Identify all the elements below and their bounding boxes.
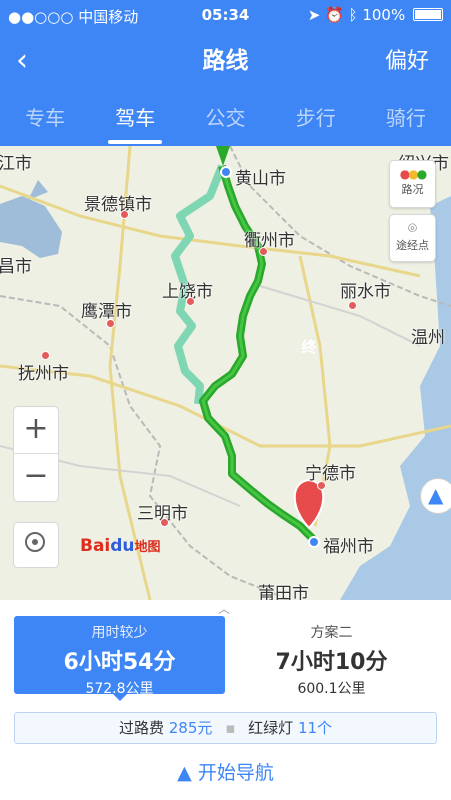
city-label: 黄山市 xyxy=(235,169,286,189)
traffic-light-icon: ●●● xyxy=(399,167,428,181)
plan-distance: 572.8公里 xyxy=(85,681,154,697)
city-label: 江市 xyxy=(0,154,32,174)
city-dot xyxy=(348,301,357,310)
city-dot xyxy=(160,518,169,527)
plan-distance: 600.1公里 xyxy=(297,681,366,697)
tab-bike[interactable]: 骑行 xyxy=(361,98,451,146)
status-bar: ●●○○○ 中国移动 05:34 ➤ ⏰ ᛒ 100% xyxy=(0,0,451,30)
route-info-bar: 过路费 285元 ▪ 红绿灯 11个 xyxy=(14,712,437,744)
status-right: ➤ ⏰ ᛒ 100% xyxy=(308,6,443,24)
city-label: 莆田市 xyxy=(258,584,309,600)
preferences-button[interactable]: 偏好 xyxy=(385,46,429,78)
route-main xyxy=(199,164,317,543)
info-separator: ▪ xyxy=(225,719,236,737)
city-dot xyxy=(317,481,326,490)
city-label: 温州 xyxy=(411,328,445,348)
route-main-highlight xyxy=(201,165,316,542)
bluetooth-icon: ᛒ xyxy=(348,6,358,24)
city-label: 鹰潭市 xyxy=(81,302,132,322)
lights-value: 11个 xyxy=(297,719,333,737)
locate-button[interactable] xyxy=(13,522,59,568)
city-dot xyxy=(41,351,50,360)
route-plan-2[interactable]: 方案二 7小时10分 600.1公里 xyxy=(226,616,437,697)
navigation-arrow-icon: ▲ xyxy=(428,483,444,507)
plan-label: 方案二 xyxy=(310,625,353,641)
tab-transit[interactable]: 公交 xyxy=(180,98,270,146)
compass-button[interactable]: ▲ xyxy=(420,478,451,514)
waypoint-button[interactable]: ⌾ 途经点 xyxy=(389,214,436,262)
tab-drive[interactable]: 驾车 xyxy=(90,98,180,146)
tab-car-hailing[interactable]: 专车 xyxy=(0,98,90,146)
traffic-label: 路况 xyxy=(401,183,424,196)
city-label: 宁德市 xyxy=(305,464,356,484)
expand-chevron-icon[interactable]: ︿ xyxy=(218,600,230,617)
baidu-map-logo: Baidu地图 xyxy=(80,536,161,556)
zoom-in-button[interactable]: + xyxy=(14,407,58,453)
start-point-icon xyxy=(220,166,232,178)
lights-label: 红绿灯 xyxy=(248,719,294,737)
mode-tabs: 专车 驾车 公交 步行 骑行 xyxy=(0,98,451,146)
city-label: 丽水市 xyxy=(340,282,391,302)
city-label: 福州市 xyxy=(323,537,374,557)
zoom-control: + − xyxy=(13,406,59,502)
city-label: 景德镇市 xyxy=(84,195,152,215)
locate-dot xyxy=(32,539,38,545)
plan-time: 6小时54分 xyxy=(63,650,176,675)
end-point-icon xyxy=(308,536,320,548)
logo-brand: Bai xyxy=(80,536,111,556)
battery-percent: 100% xyxy=(362,6,406,24)
nav-bar: ‹ 路线 偏好 xyxy=(0,36,451,88)
city-label: 昌市 xyxy=(0,257,32,277)
start-marker-icon xyxy=(216,146,230,166)
toll-value: 285元 xyxy=(168,719,213,737)
page-title: 路线 xyxy=(202,48,249,74)
navigation-arrow-icon: ▲ xyxy=(177,762,192,784)
location-arrow-icon: ➤ xyxy=(307,6,321,24)
plan-label: 用时较少 xyxy=(91,625,148,641)
tab-walk[interactable]: 步行 xyxy=(271,98,361,146)
waypoint-label: 途经点 xyxy=(396,239,429,252)
pin-outline-icon: ⌾ xyxy=(407,219,417,237)
city-label: 抚州市 xyxy=(18,364,69,384)
traffic-button[interactable]: ●●● 路况 xyxy=(389,160,436,208)
map-view[interactable]: 江市 黄山市 绍兴市 景德镇市 衢州市 昌市 上饶市 丽水市 鹰潭市 温州 抚州… xyxy=(0,146,451,600)
route-plan-1[interactable]: 用时较少 6小时54分 572.8公里 xyxy=(14,616,225,701)
logo-sub: 地图 xyxy=(134,540,161,555)
header: ●●○○○ 中国移动 05:34 ➤ ⏰ ᛒ 100% ‹ 路线 偏好 专车 驾… xyxy=(0,0,451,146)
end-marker-label: 终 xyxy=(301,338,317,356)
toll-label: 过路费 xyxy=(118,719,164,737)
city-dot xyxy=(259,247,268,256)
battery-icon xyxy=(413,8,443,21)
start-navigation-button[interactable]: ▲ 开始导航 xyxy=(0,758,451,785)
city-dot xyxy=(120,210,129,219)
start-navigation-label: 开始导航 xyxy=(197,762,274,784)
alarm-icon: ⏰ xyxy=(325,6,344,24)
city-dot xyxy=(186,297,195,306)
zoom-out-button[interactable]: − xyxy=(14,453,58,500)
plan-time: 7小时10分 xyxy=(275,650,388,675)
city-label: 衢州市 xyxy=(244,231,295,251)
city-dot xyxy=(106,319,115,328)
logo-paw: du xyxy=(110,536,135,556)
